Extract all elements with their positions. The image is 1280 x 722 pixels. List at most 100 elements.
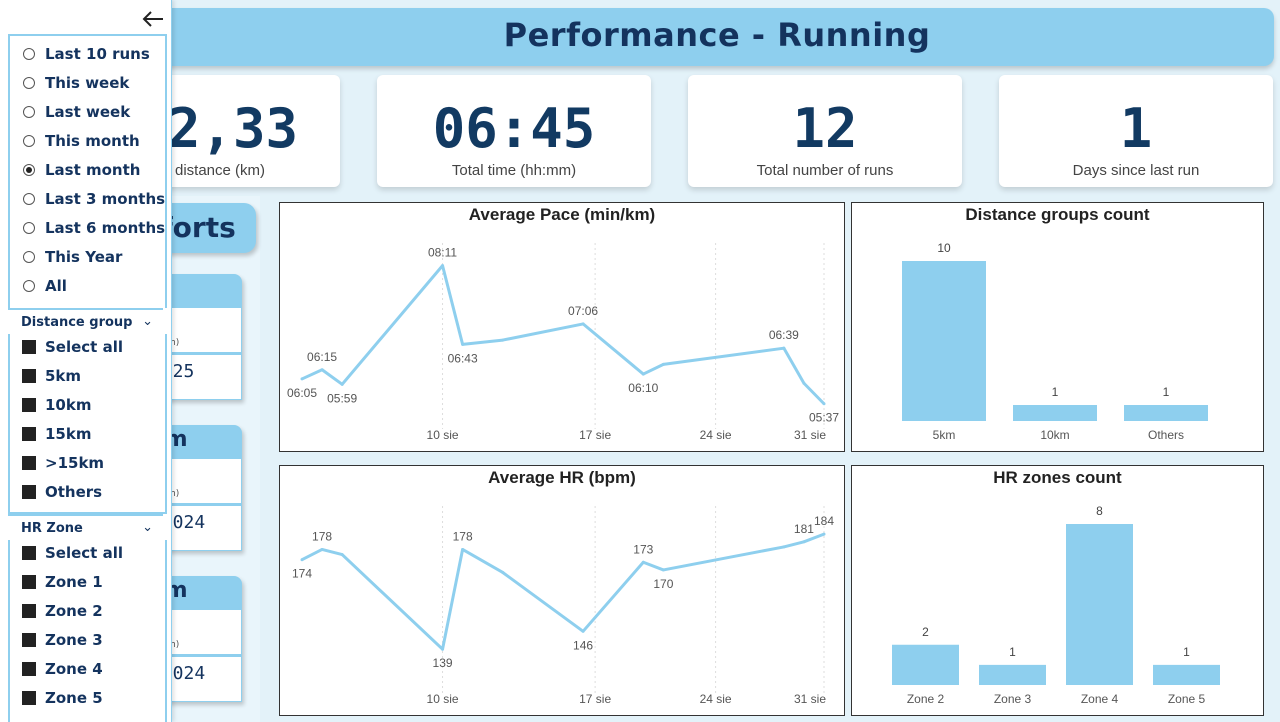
option-label: Last month	[45, 161, 141, 179]
option-label: Last 10 runs	[45, 45, 150, 63]
x-tick-label: 24 sie	[700, 428, 732, 442]
data-point	[300, 377, 304, 381]
distance-group-header[interactable]: Distance group ⌄	[8, 308, 163, 336]
data-point	[782, 346, 786, 350]
data-point	[581, 322, 585, 326]
data-label: 173	[633, 542, 653, 556]
radio-button[interactable]	[23, 106, 35, 118]
hr-zone-title: HR Zone	[21, 521, 83, 536]
option-label: Zone 2	[45, 602, 103, 620]
data-point	[782, 545, 786, 549]
bar	[979, 664, 1046, 685]
kpi-value: 06:45	[432, 97, 596, 160]
data-point	[802, 381, 806, 385]
chart-hr-zones-count[interactable]: 2 Zone 2 1 Zone 3 8 Zone 4 1 Zone 5 HR zones co…	[851, 465, 1264, 716]
option-label: Others	[45, 483, 103, 501]
bar	[1013, 405, 1097, 421]
chart-distance-groups-count[interactable]: 10 5km 1 10km 1 Others Distance groups count	[851, 202, 1264, 452]
page-title: Performance - Running	[503, 16, 931, 54]
data-point	[501, 338, 505, 342]
radio-button[interactable]	[23, 193, 35, 205]
radio-button[interactable]	[23, 77, 35, 89]
x-tick-label: Zone 2	[907, 692, 945, 706]
radio-button[interactable]	[23, 48, 35, 60]
checkbox[interactable]	[22, 485, 36, 499]
data-label: 06:15	[307, 350, 337, 364]
option-label: Select all	[45, 544, 123, 562]
checkbox[interactable]	[22, 575, 36, 589]
option-label: Zone 4	[45, 660, 103, 678]
data-point	[340, 382, 344, 386]
chart-title: Average HR (bpm)	[488, 468, 636, 487]
x-tick-label: Zone 3	[994, 692, 1032, 706]
arrow-left-icon[interactable]	[141, 9, 165, 29]
radio-button[interactable]	[23, 280, 35, 292]
bar	[1124, 405, 1208, 421]
radio-button[interactable]	[23, 251, 35, 263]
x-tick-label: 17 sie	[579, 692, 611, 706]
kpi-value: 2,33	[168, 97, 299, 160]
kpi-label: Total time (hh:mm)	[451, 162, 577, 179]
data-label: 05:59	[327, 391, 357, 405]
radio-button[interactable]	[23, 135, 35, 147]
hr-zone-header[interactable]: HR Zone ⌄	[8, 514, 163, 542]
checkbox[interactable]	[22, 546, 36, 560]
chevron-down-icon[interactable]: ⌄	[142, 314, 153, 329]
chart-title: Distance groups count	[965, 205, 1150, 224]
radio-button[interactable]	[23, 222, 35, 234]
bar	[892, 644, 959, 685]
data-point	[461, 342, 465, 346]
x-tick-label: 10 sie	[427, 428, 459, 442]
chart-average-pace[interactable]: 10 sie 17 sie 24 sie 31 sie 06:05 06:15 05:59 0…	[279, 202, 845, 452]
data-point	[461, 547, 465, 551]
kpi-label: distance (km)	[175, 162, 266, 179]
data-label: 1	[1163, 385, 1170, 399]
kpi-card-days-since-last-run[interactable]: 1 Days since last run	[999, 75, 1273, 187]
checkbox[interactable]	[22, 604, 36, 618]
data-label: 139	[433, 656, 453, 670]
data-label: 1	[1009, 645, 1016, 659]
checkbox[interactable]	[22, 427, 36, 441]
series-line	[301, 532, 825, 651]
bar	[1153, 664, 1220, 685]
option-label: All	[45, 277, 67, 295]
data-point	[320, 547, 324, 551]
data-point	[641, 372, 645, 376]
checkbox[interactable]	[22, 398, 36, 412]
data-point	[802, 540, 806, 544]
average-pace-chart-svg: 10 sie 17 sie 24 sie 31 sie 06:05 06:15 05:59 0…	[287, 243, 839, 442]
data-label: 06:43	[448, 351, 478, 365]
checkbox[interactable]	[22, 662, 36, 676]
checkbox[interactable]	[22, 691, 36, 705]
radio-button[interactable]	[23, 164, 35, 176]
distance-group-title: Distance group	[21, 315, 133, 330]
distance-groups-chart-svg: 10 5km 1 10km 1 Others	[902, 241, 1208, 442]
data-label: 170	[653, 577, 673, 591]
option-label: This month	[45, 132, 140, 150]
data-label: 07:06	[568, 304, 598, 318]
x-tick-label: Zone 4	[1081, 692, 1119, 706]
chevron-down-icon[interactable]: ⌄	[142, 520, 153, 535]
checkbox[interactable]	[22, 340, 36, 354]
x-tick-label: 17 sie	[579, 428, 611, 442]
checkbox[interactable]	[22, 369, 36, 383]
data-label: 06:39	[769, 328, 799, 342]
x-tick-label: Others	[1148, 428, 1184, 442]
kpi-value: 12	[792, 97, 858, 160]
option-label: Last 3 months	[45, 190, 166, 208]
chart-average-hr[interactable]: 10 sie 17 sie 24 sie 31 sie 174 178 139 178 146 1…	[279, 465, 845, 716]
data-point	[581, 629, 585, 633]
checkbox[interactable]	[22, 456, 36, 470]
data-label: 181	[794, 522, 814, 536]
data-label: 8	[1096, 504, 1103, 518]
x-tick-label: 10 sie	[427, 692, 459, 706]
kpi-card-total-runs[interactable]: 12 Total number of runs	[688, 75, 962, 187]
option-label: Zone 1	[45, 573, 103, 591]
kpi-value: 1	[1119, 97, 1153, 160]
page-header: Performance - Running	[160, 8, 1274, 66]
data-label: 178	[312, 529, 332, 543]
data-point	[441, 647, 445, 651]
option-label: This Year	[45, 248, 123, 266]
kpi-card-total-time[interactable]: 06:45 Total time (hh:mm)	[377, 75, 651, 187]
checkbox[interactable]	[22, 633, 36, 647]
